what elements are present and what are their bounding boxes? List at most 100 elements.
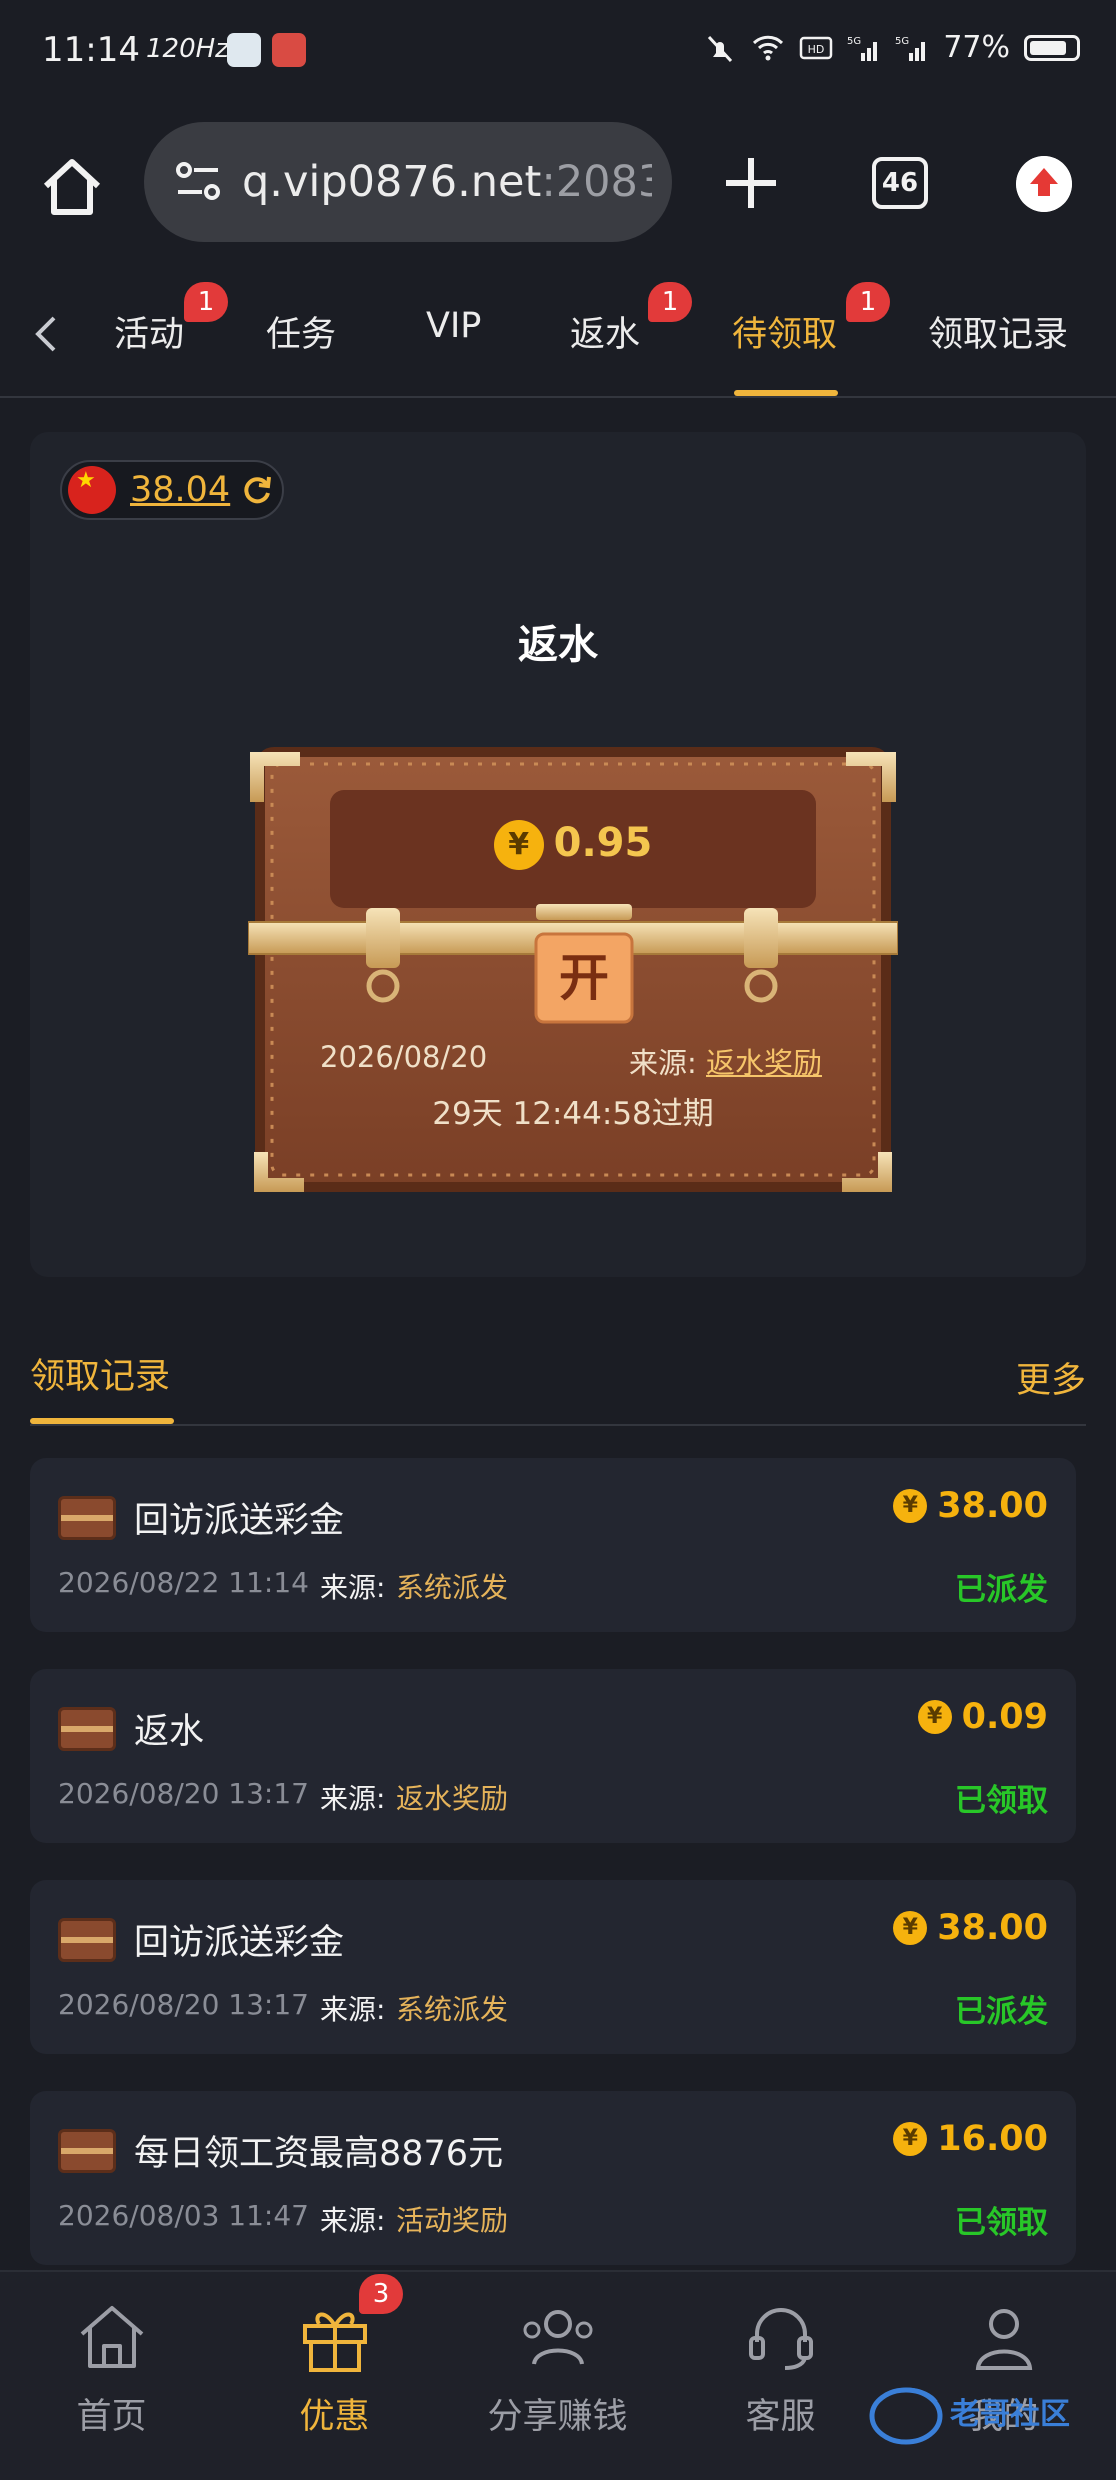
share-people-icon bbox=[523, 2310, 593, 2365]
record-row[interactable]: 返水 ¥0.09 2026/08/20 13:17 来源: 返水奖励 已领取 bbox=[30, 1669, 1076, 1843]
nav-promotions-label: 优惠 bbox=[299, 2397, 370, 2437]
status-right: HD 5G 5G 77% bbox=[703, 30, 1080, 65]
yuan-coin-icon: ¥ bbox=[493, 820, 544, 870]
nav-home-label: 首页 bbox=[76, 2397, 147, 2437]
claim-source-label: 来源: bbox=[629, 1046, 697, 1080]
nav-promotions[interactable]: 3 优惠 bbox=[223, 2272, 446, 2480]
record-amount-value: 38.00 bbox=[937, 1908, 1048, 1948]
address-bar[interactable]: q.vip0876.net:2083 bbox=[144, 122, 672, 242]
record-source: 系统派发 bbox=[396, 1993, 509, 2026]
record-amount: ¥38.00 bbox=[893, 1908, 1048, 1948]
tab-rebate[interactable]: 返水 bbox=[570, 306, 640, 357]
records-title[interactable]: 领取记录 bbox=[30, 1348, 170, 1399]
yuan-coin-icon: ¥ bbox=[893, 1489, 928, 1523]
chest-icon bbox=[58, 1918, 116, 1962]
watermark-logo: 老哥社区 bbox=[869, 2387, 1070, 2445]
chest-icon bbox=[58, 1707, 116, 1751]
record-amount: ¥0.09 bbox=[917, 1697, 1048, 1737]
hd-icon: HD bbox=[800, 36, 833, 59]
china-flag-icon bbox=[68, 466, 116, 514]
nav-home[interactable]: 首页 bbox=[0, 2272, 223, 2480]
chest-icon bbox=[58, 2129, 116, 2173]
record-row[interactable]: 回访派送彩金 ¥38.00 2026/08/22 11:14 来源: 系统派发 … bbox=[30, 1458, 1076, 1632]
wallet-balance[interactable]: 38.04 bbox=[60, 460, 284, 520]
record-status: 已领取 bbox=[955, 2205, 1048, 2241]
tab-vip[interactable]: VIP bbox=[426, 306, 481, 346]
record-name: 回访派送彩金 bbox=[134, 1501, 345, 1541]
record-status: 已领取 bbox=[955, 1783, 1048, 1819]
chevron-left-icon[interactable] bbox=[28, 310, 64, 358]
record-name: 每日领工资最高8876元 bbox=[134, 2134, 504, 2174]
url-port: :2083 bbox=[541, 157, 652, 207]
record-status: 已派发 bbox=[955, 1994, 1048, 2030]
claim-amount: ¥0.95 bbox=[248, 820, 898, 870]
refresh-icon[interactable] bbox=[240, 473, 274, 507]
tab-badge: 1 bbox=[184, 282, 228, 322]
nav-support[interactable]: 客服 bbox=[669, 2272, 892, 2480]
record-row[interactable]: 每日领工资最高8876元 ¥16.00 2026/08/03 11:47 来源:… bbox=[30, 2091, 1076, 2265]
wifi-icon bbox=[753, 35, 784, 60]
status-time: 11:14 bbox=[42, 30, 140, 70]
svg-text:HD: HD bbox=[808, 43, 825, 56]
tab-badge: 1 bbox=[846, 282, 890, 322]
record-source: 系统派发 bbox=[396, 1571, 509, 1604]
tab-badge: 1 bbox=[648, 282, 692, 322]
headset-icon bbox=[749, 2308, 813, 2370]
records-title-underline bbox=[30, 1418, 174, 1424]
mute-bell-icon bbox=[708, 35, 733, 62]
active-tab-indicator bbox=[734, 390, 838, 396]
svg-text:老哥社区: 老哥社区 bbox=[950, 2397, 1070, 2432]
url-text: q.vip0876.net:2083 bbox=[242, 157, 652, 207]
signal-5g-icon: 5G bbox=[895, 36, 926, 61]
new-tab-icon[interactable] bbox=[720, 152, 782, 214]
nav-share-earn[interactable]: 分享赚钱 bbox=[446, 2272, 669, 2480]
user-icon bbox=[975, 2309, 1033, 2370]
record-datetime: 2026/08/03 11:47 bbox=[58, 2199, 309, 2232]
status-bar: 11:14 120Hz HD 5G 5G 77% bbox=[0, 0, 1116, 100]
tab-claim-history[interactable]: 领取记录 bbox=[928, 306, 1068, 357]
record-source-label: 来源: bbox=[320, 1782, 386, 1815]
record-amount: ¥38.00 bbox=[893, 1486, 1048, 1526]
site-settings-icon[interactable] bbox=[170, 154, 226, 210]
claim-title: 返水 bbox=[518, 622, 598, 668]
notification-app-icon bbox=[272, 33, 306, 67]
notification-app-icon bbox=[227, 33, 261, 67]
browser-toolbar: q.vip0876.net:2083 46 bbox=[0, 100, 1116, 270]
promotions-badge: 3 bbox=[359, 2274, 403, 2314]
record-source-label: 来源: bbox=[320, 1993, 386, 2026]
home-icon[interactable] bbox=[36, 152, 108, 224]
update-icon[interactable] bbox=[1016, 156, 1072, 212]
nav-support-label: 客服 bbox=[745, 2397, 816, 2437]
record-amount-value: 0.09 bbox=[961, 1697, 1048, 1737]
tab-switcher-button[interactable]: 46 bbox=[872, 157, 928, 209]
claim-source: 返水奖励 bbox=[706, 1046, 823, 1080]
record-source-label: 来源: bbox=[320, 2204, 386, 2237]
treasure-chest[interactable]: ¥0.95 开 2026/08/20 来源: 返水奖励 29天 12:44:58… bbox=[248, 722, 898, 1197]
records-header: 领取记录 更多 bbox=[30, 1340, 1086, 1426]
battery-icon bbox=[1024, 34, 1080, 61]
tab-pending-claim[interactable]: 待领取 bbox=[732, 306, 837, 357]
yuan-coin-icon: ¥ bbox=[917, 1700, 952, 1734]
open-chest-button[interactable]: 开 bbox=[539, 936, 629, 1020]
signal-5g-icon: 5G bbox=[847, 36, 878, 61]
record-source-label: 来源: bbox=[320, 1571, 386, 1604]
more-link[interactable]: 更多 bbox=[1016, 1352, 1086, 1403]
chest-icon bbox=[58, 1496, 116, 1540]
record-amount: ¥16.00 bbox=[893, 2119, 1048, 2159]
yuan-coin-icon: ¥ bbox=[893, 1911, 928, 1945]
record-amount-value: 16.00 bbox=[937, 2119, 1048, 2159]
svg-text:5G: 5G bbox=[847, 36, 861, 47]
tab-tasks[interactable]: 任务 bbox=[266, 306, 336, 357]
svg-text:5G: 5G bbox=[895, 36, 909, 47]
record-datetime: 2026/08/20 13:17 bbox=[58, 1777, 309, 1810]
record-name: 返水 bbox=[134, 1712, 205, 1752]
home-icon bbox=[80, 2306, 144, 2368]
nav-share-label: 分享赚钱 bbox=[487, 2397, 628, 2437]
promo-tabs: 活动 1 任务 VIP 返水 1 待领取 1 领取记录 bbox=[0, 270, 1116, 398]
record-source: 活动奖励 bbox=[396, 2204, 509, 2237]
record-status: 已派发 bbox=[955, 1572, 1048, 1608]
tab-activities[interactable]: 活动 bbox=[114, 306, 184, 357]
claim-card: 38.04 返水 bbox=[30, 432, 1086, 1277]
record-row[interactable]: 回访派送彩金 ¥38.00 2026/08/20 13:17 来源: 系统派发 … bbox=[30, 1880, 1076, 2054]
record-name: 回访派送彩金 bbox=[134, 1923, 345, 1963]
